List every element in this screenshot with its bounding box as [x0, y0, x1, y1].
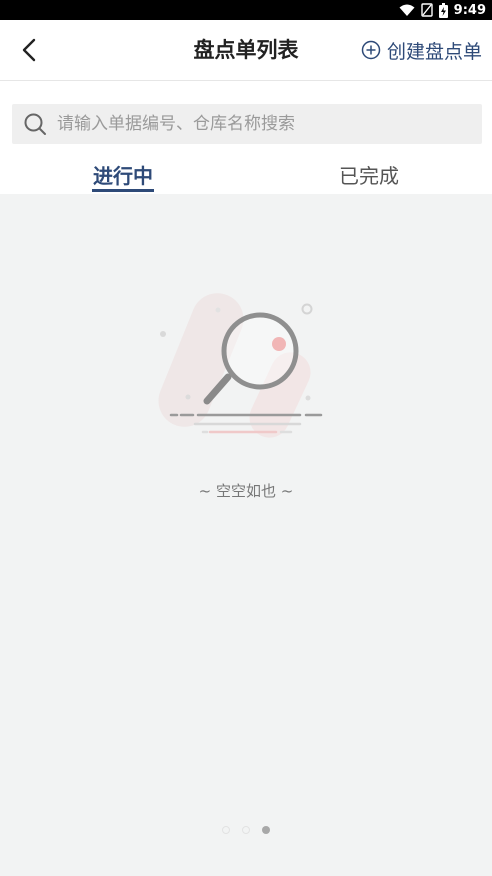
battery-charging-icon [438, 2, 448, 18]
tab-in-progress[interactable]: 进行中 [0, 144, 246, 194]
status-time: 9:49 [453, 2, 486, 18]
page-dot [242, 826, 250, 834]
tab-in-progress-label: 进行中 [92, 160, 154, 194]
tab-completed-label: 已完成 [339, 164, 399, 188]
no-sim-icon [420, 3, 433, 17]
chevron-left-icon [22, 38, 36, 62]
search-icon [24, 113, 46, 135]
status-bar: 9:49 [0, 0, 492, 20]
app-header: 盘点单列表 创建盘点单 [0, 20, 492, 81]
page-dot [222, 826, 230, 834]
create-count-sheet-button[interactable]: 创建盘点单 [361, 35, 482, 65]
search-bar[interactable] [12, 104, 482, 144]
page-dot-active [262, 826, 270, 834]
plus-circle-icon [361, 40, 381, 60]
tab-completed[interactable]: 已完成 [246, 144, 492, 194]
create-label: 创建盘点单 [386, 40, 482, 63]
page-indicator [222, 826, 270, 834]
empty-magnifier-illustration [158, 293, 323, 438]
back-button[interactable] [14, 35, 44, 65]
status-tabs: 进行中 已完成 [0, 144, 492, 194]
empty-state-message: ~ 空空如也 ~ [198, 482, 294, 500]
search-panel: 进行中 已完成 [0, 81, 492, 194]
search-input[interactable] [57, 114, 457, 134]
wifi-icon [399, 4, 415, 16]
